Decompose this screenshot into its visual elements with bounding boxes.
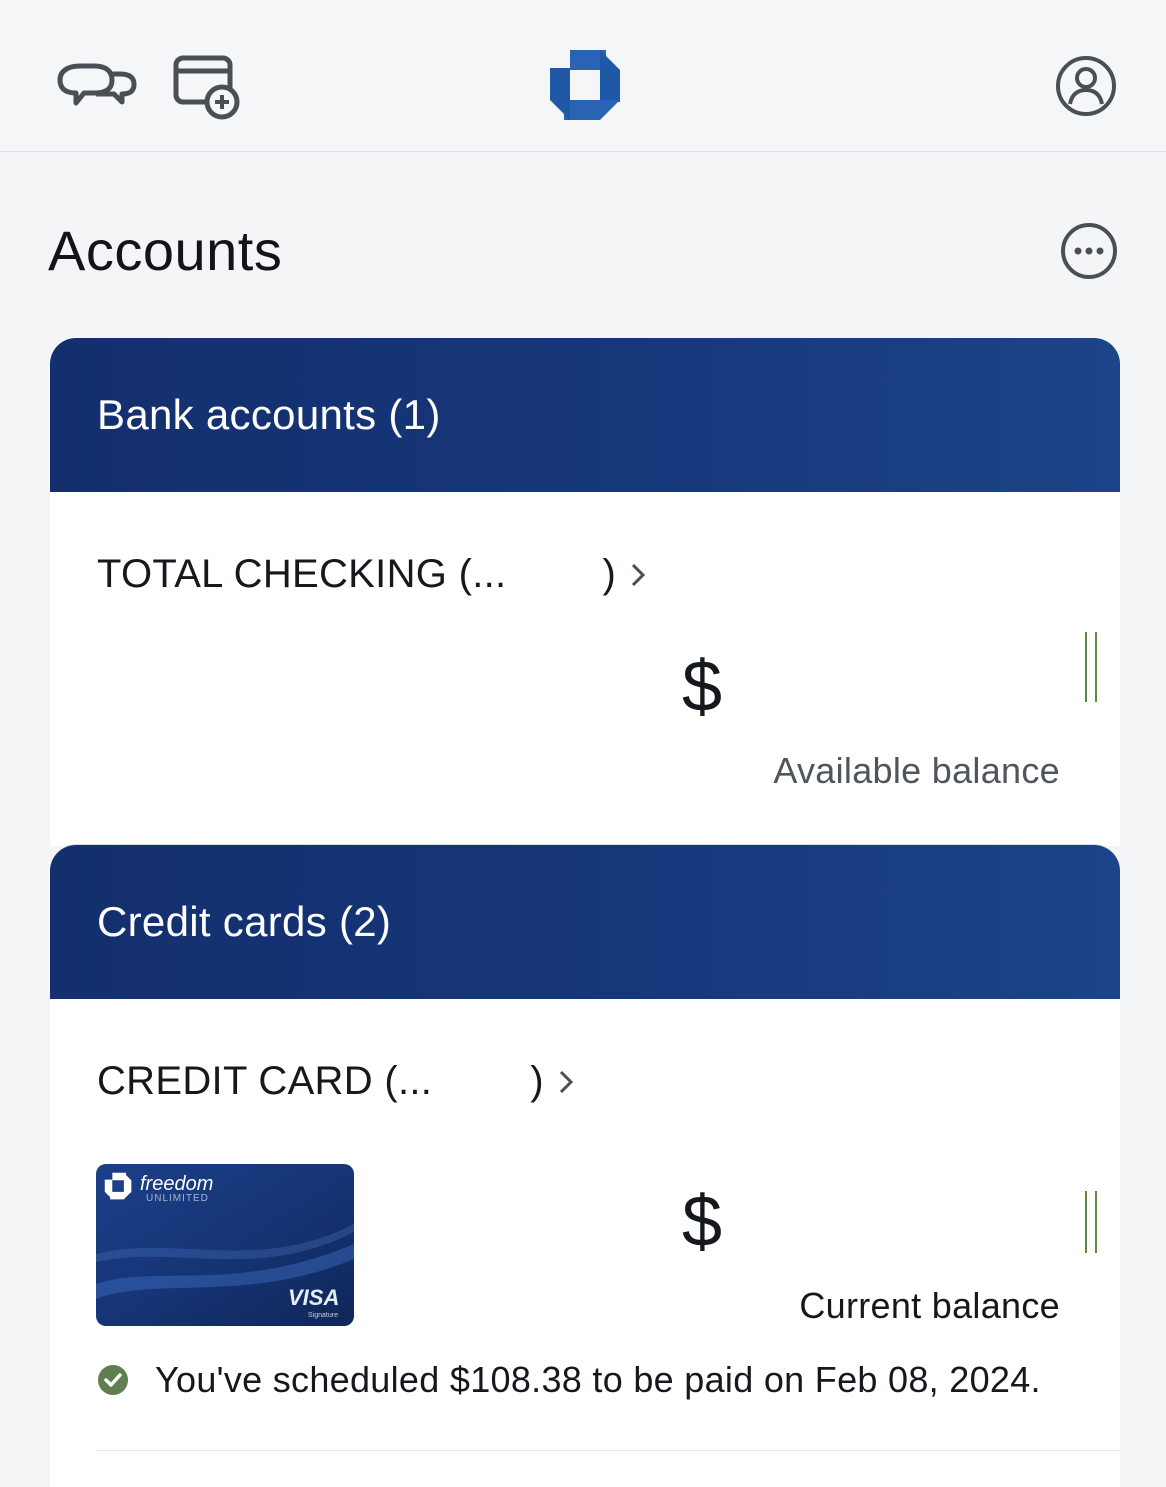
card-add-icon[interactable] (172, 54, 240, 120)
scheduled-payment-text: You've scheduled $108.38 to be paid on F… (155, 1359, 1041, 1400)
check-circle-icon (98, 1365, 128, 1395)
credit-cards-section: Credit cards (2) CREDIT CARD (... ) free… (50, 845, 1120, 1487)
credit-card-link[interactable]: CREDIT CARD (... ) (97, 1059, 574, 1104)
account-name: TOTAL CHECKING (... (97, 552, 507, 596)
account-name-close: ) (602, 552, 617, 596)
bank-accounts-header[interactable]: Bank accounts (1) (50, 338, 1120, 492)
svg-text:Signature: Signature (308, 1312, 338, 1319)
balance-indicator (1085, 1191, 1097, 1253)
card-name-close: ) (530, 1059, 544, 1103)
top-bar (0, 0, 1166, 152)
bank-accounts-section: Bank accounts (1) TOTAL CHECKING (... ) … (50, 338, 1120, 846)
svg-text:UNLIMITED: UNLIMITED (146, 1193, 209, 1204)
chevron-right-icon (632, 563, 646, 586)
divider (96, 1450, 1120, 1451)
checking-account-link[interactable]: TOTAL CHECKING (... ) (97, 552, 646, 597)
chat-icon[interactable] (54, 60, 138, 112)
credit-cards-header[interactable]: Credit cards (2) (50, 845, 1120, 999)
scheduled-payment-notice: You've scheduled $108.38 to be paid on F… (97, 1359, 1041, 1401)
available-balance-label: Available balance (773, 750, 1060, 791)
balance-indicator (1085, 632, 1097, 702)
chevron-right-icon (559, 1070, 573, 1093)
current-balance-label: Current balance (799, 1285, 1060, 1326)
svg-text:VISA: VISA (288, 1285, 339, 1310)
card-image[interactable]: freedom UNLIMITED VISA Signature (96, 1164, 354, 1326)
available-balance-amount: $ (682, 647, 723, 727)
page-title: Accounts (48, 219, 283, 282)
svg-text:freedom: freedom (140, 1173, 213, 1195)
current-balance-amount: $ (682, 1182, 723, 1262)
profile-icon[interactable] (1054, 54, 1118, 118)
card-name: CREDIT CARD (... (97, 1059, 433, 1103)
chase-logo[interactable] (548, 48, 622, 122)
more-icon[interactable] (1060, 222, 1118, 280)
